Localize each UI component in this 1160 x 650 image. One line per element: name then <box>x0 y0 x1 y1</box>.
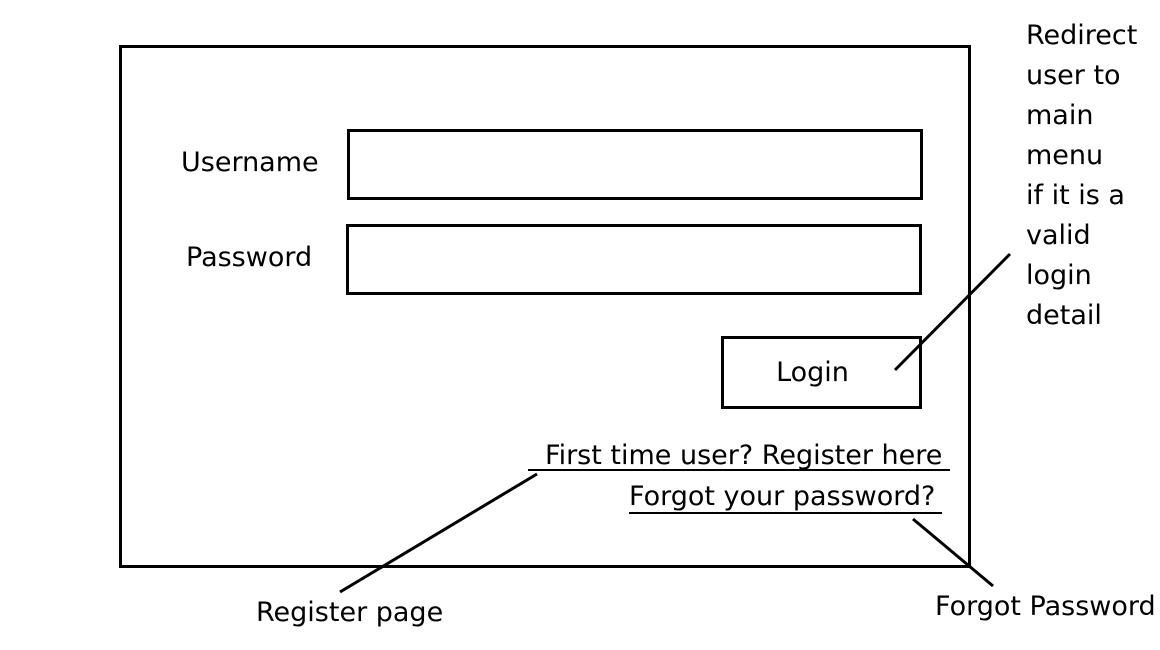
register-page-annotation: Register page <box>256 597 444 628</box>
login-annotation-line: Redirect <box>1026 20 1138 51</box>
forgot-password-link[interactable]: Forgot your password? <box>629 481 935 513</box>
forgot-password-annotation: Forgot Password <box>935 591 1156 622</box>
forgot-link-underline <box>629 512 942 514</box>
login-annotation: Redirect user to main menu if it is a va… <box>1026 16 1137 336</box>
username-label: Username <box>181 147 319 178</box>
username-input[interactable] <box>347 129 923 200</box>
login-button[interactable]: Login <box>721 336 922 409</box>
password-input[interactable] <box>346 224 922 295</box>
login-annotation-line: menu <box>1026 140 1104 171</box>
login-annotation-line: main <box>1026 100 1094 131</box>
login-annotation-line: user to <box>1026 60 1121 91</box>
register-link[interactable]: First time user? Register here <box>545 440 942 472</box>
login-annotation-line: detail <box>1026 300 1102 331</box>
register-link-underline <box>528 469 950 471</box>
password-label: Password <box>186 242 313 273</box>
login-annotation-line: valid <box>1026 220 1091 251</box>
login-annotation-line: if it is a <box>1026 180 1125 211</box>
login-annotation-line: login <box>1026 260 1092 291</box>
